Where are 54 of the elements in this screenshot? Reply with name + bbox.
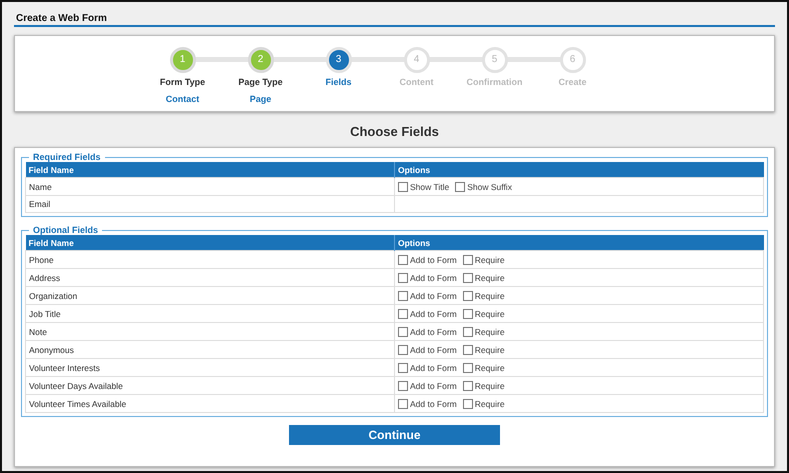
table-cell: Email	[26, 196, 394, 212]
column-header: Options	[394, 235, 764, 250]
step-circle: 4	[404, 47, 430, 73]
step-circle: 6	[560, 47, 586, 73]
step-label: Form Type	[160, 77, 206, 87]
table-cell: Address	[26, 268, 394, 286]
column-header: Field Name	[26, 162, 394, 178]
option-checkbox[interactable]: Require	[462, 327, 505, 337]
table-cell: Anonymous	[26, 340, 394, 358]
column-header: Options	[394, 162, 764, 178]
table-cell: Phone	[26, 250, 394, 268]
option-checkbox[interactable]: Require	[462, 273, 505, 283]
step-circle: 3	[326, 47, 352, 73]
option-checkbox[interactable]: Show Title	[398, 182, 450, 192]
option-checkbox[interactable]: Require	[462, 345, 505, 355]
step-value[interactable]: Contact	[166, 94, 200, 104]
table-cell: Volunteer Interests	[26, 358, 394, 376]
section-heading: Choose Fields	[349, 124, 440, 139]
fieldset-legend: Required Fields	[29, 152, 105, 162]
table-cell: Organization	[26, 286, 394, 304]
step-label: Confirmation	[466, 77, 522, 87]
step-circle: 2	[248, 47, 274, 73]
step-value[interactable]: Page	[250, 94, 272, 104]
step-circle: 5	[482, 47, 508, 73]
option-checkbox[interactable]: Add to Form	[398, 381, 457, 391]
option-checkbox[interactable]: Add to Form	[398, 327, 457, 337]
option-checkbox[interactable]: Require	[462, 363, 505, 373]
column-header: Field Name	[26, 235, 394, 250]
option-checkbox[interactable]: Add to Form	[398, 309, 457, 319]
option-checkbox[interactable]: Require	[462, 309, 505, 319]
option-checkbox[interactable]: Require	[462, 399, 505, 409]
option-checkbox[interactable]: Add to Form	[398, 291, 457, 301]
table-cell: Job Title	[26, 304, 394, 322]
option-checkbox[interactable]: Require	[462, 291, 505, 301]
option-checkbox[interactable]: Add to Form	[398, 273, 457, 283]
page-title: Create a Web Form	[16, 13, 107, 24]
option-checkbox[interactable]: Add to Form	[398, 345, 457, 355]
table-cell: Volunteer Days Available	[26, 376, 394, 394]
option-checkbox[interactable]: Add to Form	[398, 363, 457, 373]
step-label: Create	[558, 77, 586, 87]
option-checkbox[interactable]: Require	[462, 381, 505, 391]
option-checkbox[interactable]: Show Suffix	[455, 182, 512, 192]
step-label: Content	[400, 77, 434, 87]
fieldset-legend: Optional Fields	[29, 225, 102, 235]
step-label: Page Type	[238, 77, 283, 87]
table-cell: Volunteer Times Available	[26, 394, 394, 412]
step-circle: 1	[170, 47, 196, 73]
option-checkbox[interactable]: Add to Form	[398, 255, 457, 265]
option-checkbox[interactable]: Require	[462, 255, 505, 265]
step-label: Fields	[325, 77, 352, 87]
continue-button[interactable]: Continue	[289, 425, 500, 445]
table-cell: Note	[26, 322, 394, 340]
table-cell: Name	[26, 178, 394, 196]
option-checkbox[interactable]: Add to Form	[398, 399, 457, 409]
